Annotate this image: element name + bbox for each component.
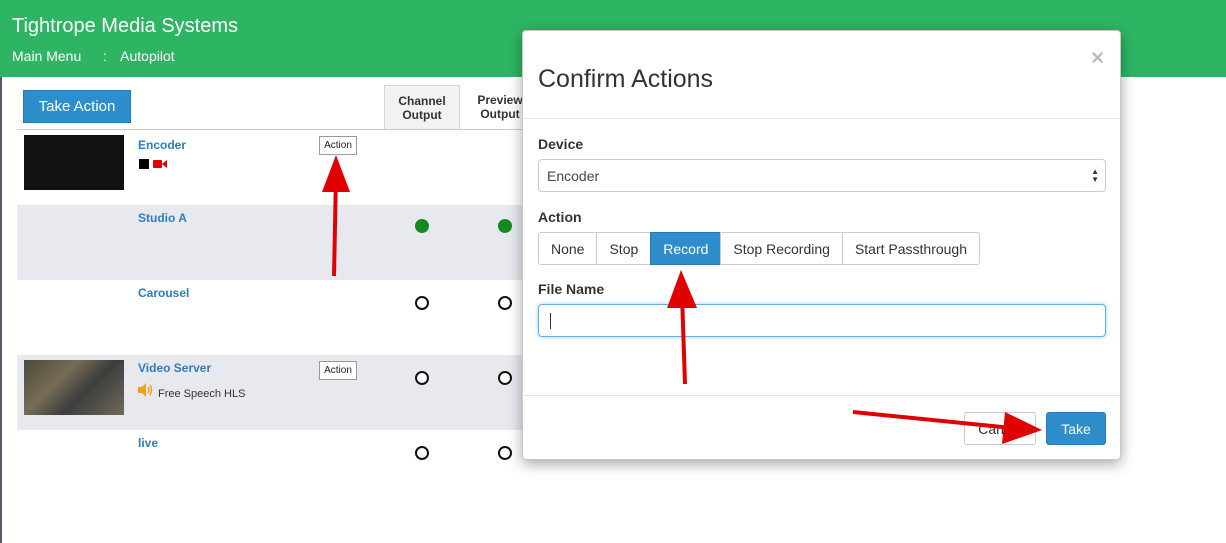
device-row-carousel: Carousel (17, 280, 537, 355)
preview-output-status-off[interactable] (498, 296, 512, 310)
channel-output-status-off[interactable] (415, 296, 429, 310)
video-camera-icon (153, 160, 167, 168)
channel-output-status-off[interactable] (415, 371, 429, 385)
device-name-studio-a[interactable]: Studio A (138, 211, 187, 225)
confirm-actions-modal: × Confirm Actions Device Encoder ▲ ▼ Acti… (522, 30, 1121, 460)
encoder-action-button[interactable]: Action (319, 136, 357, 155)
preview-output-status-off[interactable] (498, 371, 512, 385)
audio-icon (138, 383, 153, 397)
preview-output-status-off[interactable] (498, 446, 512, 460)
breadcrumb-main-menu[interactable]: Main Menu (12, 48, 81, 64)
close-icon[interactable]: × (1091, 45, 1104, 71)
device-name-live[interactable]: live (138, 436, 158, 450)
select-arrows-icon: ▲ ▼ (1091, 167, 1099, 184)
take-button[interactable]: Take (1046, 412, 1106, 445)
channel-output-status-on[interactable] (415, 219, 429, 233)
video-server-source: Free Speech HLS (158, 388, 246, 400)
device-row-encoder: Encoder Action (17, 130, 537, 205)
column-header-preview-output[interactable]: Preview Output (470, 85, 530, 129)
take-action-button[interactable]: Take Action (23, 90, 131, 123)
preview-output-status-on[interactable] (498, 219, 512, 233)
video-server-thumbnail (24, 360, 124, 415)
action-none-button[interactable]: None (538, 232, 598, 265)
device-row-video-server: Video Server Free Speech HLS Action (17, 355, 537, 430)
stop-icon (139, 159, 149, 169)
device-name-video-server[interactable]: Video Server (138, 361, 211, 375)
action-start-passthrough-button[interactable]: Start Passthrough (841, 232, 980, 265)
action-record-button[interactable]: Record (650, 232, 722, 265)
device-label: Device (538, 136, 584, 152)
device-row-live: live (17, 430, 537, 505)
action-label: Action (538, 209, 582, 225)
device-select-value: Encoder (547, 167, 600, 184)
device-name-carousel[interactable]: Carousel (138, 286, 189, 300)
modal-header-divider (523, 118, 1120, 119)
file-name-label: File Name (538, 281, 605, 297)
device-name-encoder[interactable]: Encoder (138, 138, 186, 152)
text-caret (550, 313, 551, 329)
action-button-group: None Stop Record Stop Recording Start Pa… (538, 232, 980, 265)
action-stop-button[interactable]: Stop (596, 232, 652, 265)
breadcrumb-separator: : (103, 48, 108, 64)
file-name-input[interactable] (538, 304, 1106, 337)
encoder-thumbnail (24, 135, 124, 190)
device-select[interactable]: Encoder ▲ ▼ (538, 159, 1106, 192)
breadcrumb-autopilot[interactable]: Autopilot (120, 48, 174, 64)
device-row-studio-a: Studio A (17, 205, 537, 280)
column-header-channel-label: Channel Output (398, 94, 446, 122)
modal-title: Confirm Actions (538, 65, 714, 93)
column-header-channel-output[interactable]: Channel Output (384, 85, 460, 129)
breadcrumb: Main Menu : Autopilot (12, 48, 183, 64)
app-title: Tightrope Media Systems (12, 15, 239, 37)
modal-footer-divider (523, 395, 1120, 396)
channel-output-status-off[interactable] (415, 446, 429, 460)
action-stop-recording-button[interactable]: Stop Recording (720, 232, 843, 265)
column-header-preview-label: Preview Output (477, 93, 523, 121)
video-server-action-button[interactable]: Action (319, 361, 357, 380)
cancel-button[interactable]: Cancel (964, 412, 1036, 445)
page-edge (0, 77, 2, 543)
